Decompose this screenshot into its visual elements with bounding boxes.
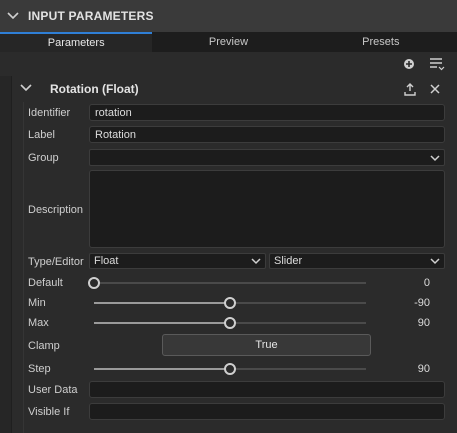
default-slider-track[interactable] bbox=[94, 282, 366, 284]
description-textarea[interactable] bbox=[89, 170, 445, 248]
group-select[interactable] bbox=[89, 149, 445, 166]
min-slider-track[interactable] bbox=[230, 302, 366, 304]
export-icon[interactable] bbox=[402, 81, 418, 97]
max-slider-track[interactable] bbox=[230, 322, 366, 324]
type-value: Float bbox=[94, 255, 119, 267]
chevron-down-icon[interactable] bbox=[6, 9, 20, 23]
parameter-section: Rotation (Float) Identifier rotation Lab… bbox=[12, 76, 457, 433]
user-data-label: User Data bbox=[28, 384, 78, 396]
min-slider-fill[interactable] bbox=[94, 302, 230, 304]
description-label: Description bbox=[28, 204, 84, 216]
label-label: Label bbox=[28, 129, 55, 141]
add-circle-icon[interactable] bbox=[401, 56, 417, 72]
visible-if-field[interactable] bbox=[89, 403, 445, 420]
chevron-down-icon[interactable] bbox=[20, 83, 32, 95]
step-slider-track[interactable] bbox=[230, 368, 366, 370]
visible-if-label: Visible If bbox=[28, 406, 70, 418]
type-select[interactable]: Float bbox=[89, 253, 266, 269]
left-gutter bbox=[0, 76, 12, 433]
editor-value: Slider bbox=[274, 255, 303, 267]
section-gutter bbox=[12, 102, 24, 433]
clamp-label: Clamp bbox=[28, 340, 60, 352]
step-slider-handle[interactable] bbox=[224, 363, 236, 375]
close-icon[interactable] bbox=[427, 81, 443, 97]
chevron-down-icon bbox=[429, 152, 441, 164]
toolbar bbox=[0, 52, 457, 74]
user-data-field[interactable] bbox=[89, 381, 445, 398]
chevron-down-icon bbox=[429, 255, 441, 267]
min-slider-handle[interactable] bbox=[224, 297, 236, 309]
default-slider-handle[interactable] bbox=[88, 277, 100, 289]
min-value: -90 bbox=[414, 297, 430, 309]
max-label: Max bbox=[28, 317, 49, 329]
tab-presets[interactable]: Presets bbox=[305, 32, 457, 52]
panel-header[interactable]: INPUT PARAMETERS bbox=[0, 0, 457, 32]
section-header[interactable]: Rotation (Float) bbox=[12, 76, 457, 102]
default-value: 0 bbox=[423, 277, 430, 289]
group-label: Group bbox=[28, 152, 59, 164]
step-label: Step bbox=[28, 363, 51, 375]
max-slider-fill[interactable] bbox=[94, 322, 230, 324]
tab-preview[interactable]: Preview bbox=[152, 32, 304, 52]
label-field[interactable]: Rotation bbox=[89, 126, 445, 143]
panel-title: INPUT PARAMETERS bbox=[28, 9, 154, 23]
identifier-label: Identifier bbox=[28, 107, 71, 119]
section-title: Rotation (Float) bbox=[50, 82, 139, 96]
tab-parameters[interactable]: Parameters bbox=[0, 32, 153, 52]
step-value: 90 bbox=[417, 363, 430, 375]
list-menu-icon[interactable] bbox=[428, 56, 446, 72]
max-slider-handle[interactable] bbox=[224, 317, 236, 329]
chevron-down-icon bbox=[250, 255, 262, 267]
default-label: Default bbox=[28, 277, 63, 289]
identifier-field[interactable]: rotation bbox=[89, 104, 445, 121]
tab-bar: Parameters Preview Presets bbox=[0, 32, 457, 52]
clamp-toggle-button[interactable]: True bbox=[162, 334, 371, 356]
editor-select[interactable]: Slider bbox=[269, 253, 445, 269]
step-slider-fill[interactable] bbox=[94, 368, 230, 370]
max-value: 90 bbox=[417, 317, 430, 329]
min-label: Min bbox=[28, 297, 46, 309]
type-editor-label: Type/Editor bbox=[28, 256, 84, 268]
